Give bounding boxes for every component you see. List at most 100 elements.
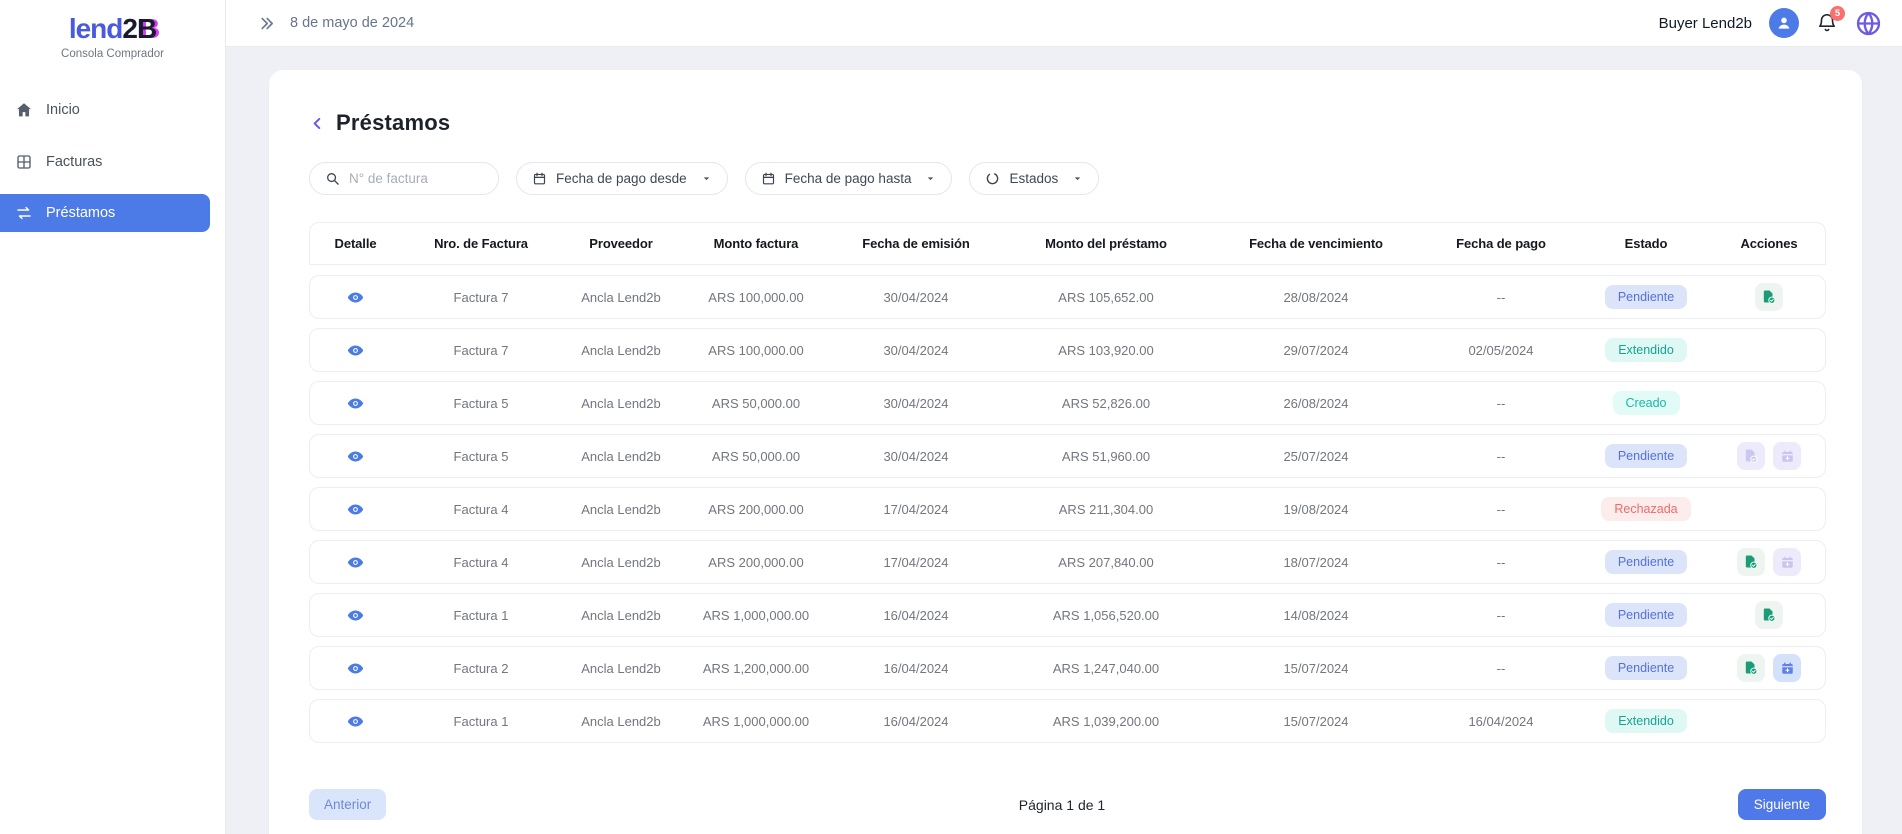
sidebar-item-prestamos[interactable]: Préstamos bbox=[0, 194, 210, 232]
brand-subtitle: Consola Comprador bbox=[0, 48, 225, 60]
document-check-button[interactable] bbox=[1755, 601, 1783, 629]
cell-fecha-pago: 16/04/2024 bbox=[1421, 714, 1581, 729]
calendar-add-button[interactable] bbox=[1773, 654, 1801, 682]
cell-monto-prestamo: ARS 1,247,040.00 bbox=[1001, 661, 1211, 676]
invoice-search[interactable] bbox=[309, 162, 499, 195]
sidebar-item-inicio[interactable]: Inicio bbox=[0, 90, 210, 130]
table-row: Factura 5 Ancla Lend2b ARS 50,000.00 30/… bbox=[309, 434, 1826, 478]
view-detail-button[interactable] bbox=[347, 342, 364, 359]
cell-fecha-pago: -- bbox=[1421, 502, 1581, 517]
col-acciones: Acciones bbox=[1711, 236, 1827, 251]
view-detail-button[interactable] bbox=[347, 448, 364, 465]
view-detail-button[interactable] bbox=[347, 660, 364, 677]
cell-nro-factura: Factura 1 bbox=[401, 608, 561, 623]
document-check-icon bbox=[1743, 554, 1759, 570]
cell-fecha-vencimiento: 18/07/2024 bbox=[1211, 555, 1421, 570]
cell-nro-factura: Factura 7 bbox=[401, 290, 561, 305]
back-chevron-icon[interactable] bbox=[309, 115, 326, 132]
filter-date-from[interactable]: Fecha de pago desde bbox=[516, 162, 728, 195]
topbar: 8 de mayo de 2024 Buyer Lend2b 5 bbox=[226, 0, 1902, 47]
view-detail-button[interactable] bbox=[347, 713, 364, 730]
cell-monto-factura: ARS 50,000.00 bbox=[681, 449, 831, 464]
cell-fecha-vencimiento: 15/07/2024 bbox=[1211, 661, 1421, 676]
user-name: Buyer Lend2b bbox=[1659, 15, 1752, 32]
cell-proveedor: Ancla Lend2b bbox=[561, 608, 681, 623]
cell-monto-prestamo: ARS 1,039,200.00 bbox=[1001, 714, 1211, 729]
cell-nro-factura: Factura 4 bbox=[401, 502, 561, 517]
status-badge: Extendido bbox=[1605, 338, 1687, 362]
table-header: Detalle Nro. de Factura Proveedor Monto … bbox=[309, 222, 1826, 265]
chevron-down-icon bbox=[701, 173, 712, 184]
cell-nro-factura: Factura 5 bbox=[401, 449, 561, 464]
cell-monto-prestamo: ARS 207,840.00 bbox=[1001, 555, 1211, 570]
page-title: Préstamos bbox=[336, 110, 450, 136]
view-detail-button[interactable] bbox=[347, 501, 364, 518]
document-check-button[interactable] bbox=[1755, 283, 1783, 311]
app-root: lend2B Consola Comprador Inicio Facturas bbox=[0, 0, 1902, 834]
cell-nro-factura: Factura 2 bbox=[401, 661, 561, 676]
view-detail-button[interactable] bbox=[347, 395, 364, 412]
chevron-down-icon bbox=[925, 173, 936, 184]
home-icon bbox=[14, 101, 33, 120]
status-badge: Pendiente bbox=[1605, 550, 1687, 574]
table-body: Factura 7 Ancla Lend2b ARS 100,000.00 30… bbox=[309, 275, 1826, 743]
filter-states[interactable]: Estados bbox=[969, 162, 1099, 195]
cell-fecha-vencimiento: 15/07/2024 bbox=[1211, 714, 1421, 729]
loans-swap-icon bbox=[14, 204, 33, 223]
status-badge: Pendiente bbox=[1605, 656, 1687, 680]
pagination: Anterior Página 1 de 1 Siguiente bbox=[309, 789, 1826, 820]
filter-date-to-label: Fecha de pago hasta bbox=[785, 171, 912, 186]
cell-fecha-pago: -- bbox=[1421, 290, 1581, 305]
status-badge: Creado bbox=[1613, 391, 1680, 415]
cell-fecha-emision: 16/04/2024 bbox=[831, 714, 1001, 729]
prev-page-button[interactable]: Anterior bbox=[309, 789, 386, 820]
eye-icon bbox=[347, 607, 364, 624]
document-check-icon bbox=[1743, 660, 1759, 676]
notifications-button[interactable]: 5 bbox=[1816, 12, 1838, 39]
table-row: Factura 4 Ancla Lend2b ARS 200,000.00 17… bbox=[309, 540, 1826, 584]
avatar[interactable] bbox=[1769, 8, 1799, 38]
cell-fecha-vencimiento: 26/08/2024 bbox=[1211, 396, 1421, 411]
cell-actions bbox=[1711, 442, 1827, 470]
invoice-search-input[interactable] bbox=[349, 171, 483, 186]
user-icon bbox=[1775, 14, 1793, 32]
document-check-button[interactable] bbox=[1737, 654, 1765, 682]
eye-icon bbox=[347, 342, 364, 359]
language-globe-icon[interactable] bbox=[1855, 10, 1882, 37]
document-check-button[interactable] bbox=[1737, 442, 1765, 470]
document-check-button[interactable] bbox=[1737, 548, 1765, 576]
col-estado: Estado bbox=[1581, 236, 1711, 251]
sidebar-item-facturas[interactable]: Facturas bbox=[0, 142, 210, 182]
table-row: Factura 2 Ancla Lend2b ARS 1,200,000.00 … bbox=[309, 646, 1826, 690]
filter-date-to[interactable]: Fecha de pago hasta bbox=[745, 162, 953, 195]
cell-monto-prestamo: ARS 52,826.00 bbox=[1001, 396, 1211, 411]
cell-fecha-emision: 16/04/2024 bbox=[831, 608, 1001, 623]
cell-monto-prestamo: ARS 211,304.00 bbox=[1001, 502, 1211, 517]
eye-icon bbox=[347, 660, 364, 677]
view-detail-button[interactable] bbox=[347, 607, 364, 624]
filters-bar: Fecha de pago desde Fecha de pago hasta bbox=[309, 162, 1826, 195]
cell-nro-factura: Factura 1 bbox=[401, 714, 561, 729]
cell-proveedor: Ancla Lend2b bbox=[561, 396, 681, 411]
filter-date-from-label: Fecha de pago desde bbox=[556, 171, 687, 186]
next-page-button[interactable]: Siguiente bbox=[1738, 789, 1826, 820]
sidebar-collapse-icon[interactable] bbox=[258, 15, 275, 32]
cell-nro-factura: Factura 5 bbox=[401, 396, 561, 411]
cell-monto-factura: ARS 1,000,000.00 bbox=[681, 608, 831, 623]
table-row: Factura 1 Ancla Lend2b ARS 1,000,000.00 … bbox=[309, 699, 1826, 743]
cell-monto-prestamo: ARS 105,652.00 bbox=[1001, 290, 1211, 305]
table-row: Factura 7 Ancla Lend2b ARS 100,000.00 30… bbox=[309, 275, 1826, 319]
view-detail-button[interactable] bbox=[347, 554, 364, 571]
brand-logo[interactable]: lend2B bbox=[0, 13, 225, 45]
cell-monto-factura: ARS 100,000.00 bbox=[681, 343, 831, 358]
cell-fecha-pago: -- bbox=[1421, 608, 1581, 623]
calendar-add-button[interactable] bbox=[1773, 548, 1801, 576]
cell-proveedor: Ancla Lend2b bbox=[561, 502, 681, 517]
cell-actions bbox=[1711, 601, 1827, 629]
cell-fecha-pago: -- bbox=[1421, 661, 1581, 676]
cell-fecha-vencimiento: 29/07/2024 bbox=[1211, 343, 1421, 358]
col-monto-factura: Monto factura bbox=[681, 236, 831, 251]
calendar-add-button[interactable] bbox=[1773, 442, 1801, 470]
view-detail-button[interactable] bbox=[347, 289, 364, 306]
loans-card: Préstamos Fecha de pago desde bbox=[269, 70, 1862, 834]
